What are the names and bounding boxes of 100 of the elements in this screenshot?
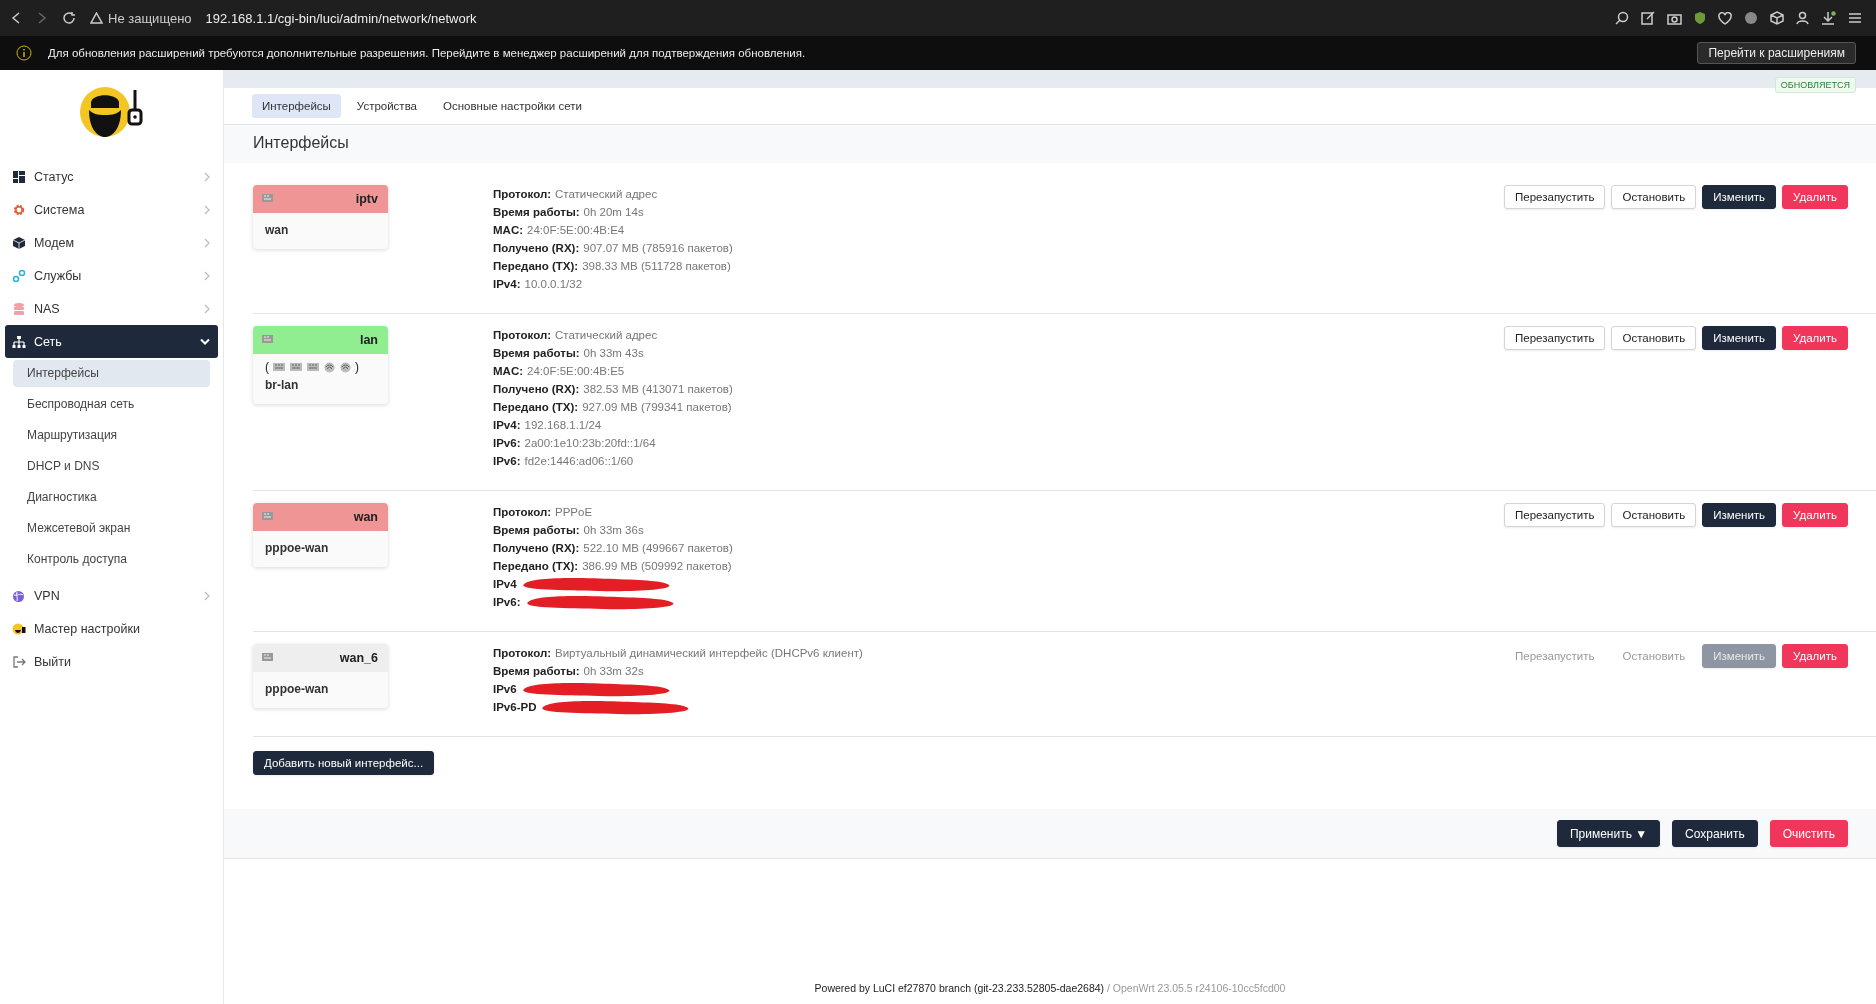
database-icon (12, 301, 26, 316)
gear-icon (12, 202, 26, 217)
menu-icon[interactable] (1848, 12, 1862, 24)
nav-item[interactable]: Выйти (5, 645, 218, 678)
info-icon (16, 45, 32, 61)
detail-label: Протокол: (493, 328, 551, 343)
submenu-item[interactable]: Диагностика (13, 484, 210, 511)
chevron-right-icon (204, 590, 210, 601)
detail-value: 192.168.1.1/24 (524, 418, 602, 433)
detail-label: MAC: (493, 364, 524, 379)
interface-action-button[interactable]: Удалить (1782, 185, 1848, 209)
nav-item[interactable]: Службы (5, 259, 218, 292)
reload-icon[interactable] (62, 11, 76, 25)
nav-item[interactable]: VPN (5, 579, 218, 612)
cube-icon[interactable] (1770, 11, 1784, 25)
tab[interactable]: Устройства (346, 94, 427, 118)
circle-icon[interactable] (1744, 11, 1758, 25)
detail-value: 24:0F:5E:00:4B:E5 (527, 364, 625, 379)
edit-icon[interactable] (1641, 11, 1655, 25)
shield-icon[interactable] (1694, 11, 1706, 25)
add-interface-button[interactable]: Добавить новый интерфейс... (253, 751, 435, 775)
detail-value: 522.10 MB (499667 пакетов) (583, 541, 733, 556)
nav-item[interactable]: Система (5, 193, 218, 226)
detail-label: Время работы: (493, 523, 580, 538)
logo-icon (78, 86, 145, 138)
address-bar[interactable]: 192.168.1.1/cgi-bin/luci/admin/network/network (205, 10, 477, 26)
device-name: pppoe-wan (265, 541, 330, 555)
detail-value: PPPoE (555, 505, 593, 520)
user-icon[interactable] (1796, 11, 1809, 25)
detail-label: Время работы: (493, 664, 580, 679)
nav-item[interactable]: Мастер настройки (5, 612, 218, 645)
tab[interactable]: Основные настройки сети (433, 94, 592, 118)
tab[interactable]: Интерфейсы (252, 94, 341, 118)
interface-action-button[interactable]: Изменить (1702, 503, 1777, 527)
interface-action-button[interactable]: Остановить (1611, 326, 1697, 350)
back-icon[interactable] (10, 11, 22, 25)
detail-label: Передано (TX): (493, 400, 579, 415)
device-name: wan (265, 223, 290, 237)
download-icon[interactable] (1821, 10, 1836, 26)
interface-action-button[interactable]: Перезапустить (1504, 326, 1606, 350)
detail-value: fd2e:1446:ad06::1/60 (524, 454, 634, 469)
interface-action-button[interactable]: Остановить (1611, 185, 1697, 209)
detail-value: 386.99 MB (509992 пакетов) (582, 559, 732, 574)
detail-label: Протокол: (493, 187, 551, 202)
nav-item[interactable]: Сеть (5, 325, 218, 358)
footer-action-button[interactable]: Очистить (1769, 820, 1848, 847)
footer-action-button[interactable]: Применить ▼ (1556, 820, 1661, 847)
detail-value: 927.09 MB (799341 пакетов) (582, 400, 732, 415)
interface-action-button[interactable]: Изменить (1702, 326, 1777, 350)
detail-value: Статический адрес (555, 187, 658, 202)
submenu-item[interactable]: Беспроводная сеть (13, 391, 210, 418)
detail-label: Получено (RX): (493, 241, 580, 256)
device-name: pppoe-wan (265, 682, 330, 696)
detail-value: 382.53 MB (413071 пакетов) (583, 382, 733, 397)
detail-label: Передано (TX): (493, 259, 579, 274)
device-name: br-lan (265, 378, 300, 392)
detail-label: Протокол: (493, 505, 551, 520)
camera-icon[interactable] (1667, 11, 1682, 25)
chevron-right-icon (204, 303, 210, 314)
interface-action-button[interactable]: Удалить (1782, 644, 1848, 668)
detail-label: IPv6 (493, 682, 517, 697)
detail-label: IPv4: (493, 418, 521, 433)
submenu-item[interactable]: Интерфейсы (13, 360, 210, 387)
submenu-item[interactable]: Контроль доступа (13, 546, 210, 573)
detail-label: Передано (TX): (493, 559, 579, 574)
detail-label: Время работы: (493, 346, 580, 361)
forward-icon[interactable] (36, 11, 48, 25)
interface-action-button[interactable]: Изменить (1702, 185, 1777, 209)
submenu-item[interactable]: DHCP и DNS (13, 453, 210, 480)
interface-icon (261, 652, 275, 664)
section-title: Интерфейсы (224, 125, 1876, 163)
detail-label: Получено (RX): (493, 382, 580, 397)
status-icon (12, 169, 26, 184)
chevron-right-icon (204, 237, 210, 248)
heart-icon[interactable] (1718, 11, 1732, 25)
interface-action-button[interactable]: Перезапустить (1504, 185, 1606, 209)
nav-item[interactable]: NAS (5, 292, 218, 325)
nav-item[interactable]: Модем (5, 226, 218, 259)
chevron-down-icon (200, 337, 210, 346)
bracket: ) (355, 360, 359, 374)
interface-action-button[interactable]: Перезапустить (1504, 503, 1606, 527)
interface-action-button[interactable]: Удалить (1782, 503, 1848, 527)
footer-action-button[interactable]: Сохранить (1672, 820, 1758, 847)
notice-text: Для обновления расширений требуются дополнительные разрешения. Перейдите в менеджер расширений для подтверждения обновления. (48, 47, 807, 59)
zoom-icon[interactable] (1615, 11, 1629, 25)
detail-label: IPv6: (493, 595, 521, 610)
chevron-right-icon (204, 270, 210, 281)
interface-icon (261, 334, 275, 346)
submenu-item[interactable]: Маршрутизация (13, 422, 210, 449)
detail-label: IPv6-PD (493, 700, 537, 715)
network-icon (12, 334, 26, 349)
interface-action-button[interactable]: Удалить (1782, 326, 1848, 350)
interface-action-button[interactable]: Остановить (1611, 503, 1697, 527)
detail-label: IPv6: (493, 436, 521, 451)
extensions-button[interactable]: Перейти к расширениям (1697, 42, 1856, 64)
wireless-port-icon (339, 361, 352, 373)
detail-label: Время работы: (493, 205, 580, 220)
submenu-item[interactable]: Межсетевой экран (13, 515, 210, 542)
security-label[interactable]: Не защищено (108, 10, 192, 26)
nav-item[interactable]: Статус (5, 160, 218, 193)
